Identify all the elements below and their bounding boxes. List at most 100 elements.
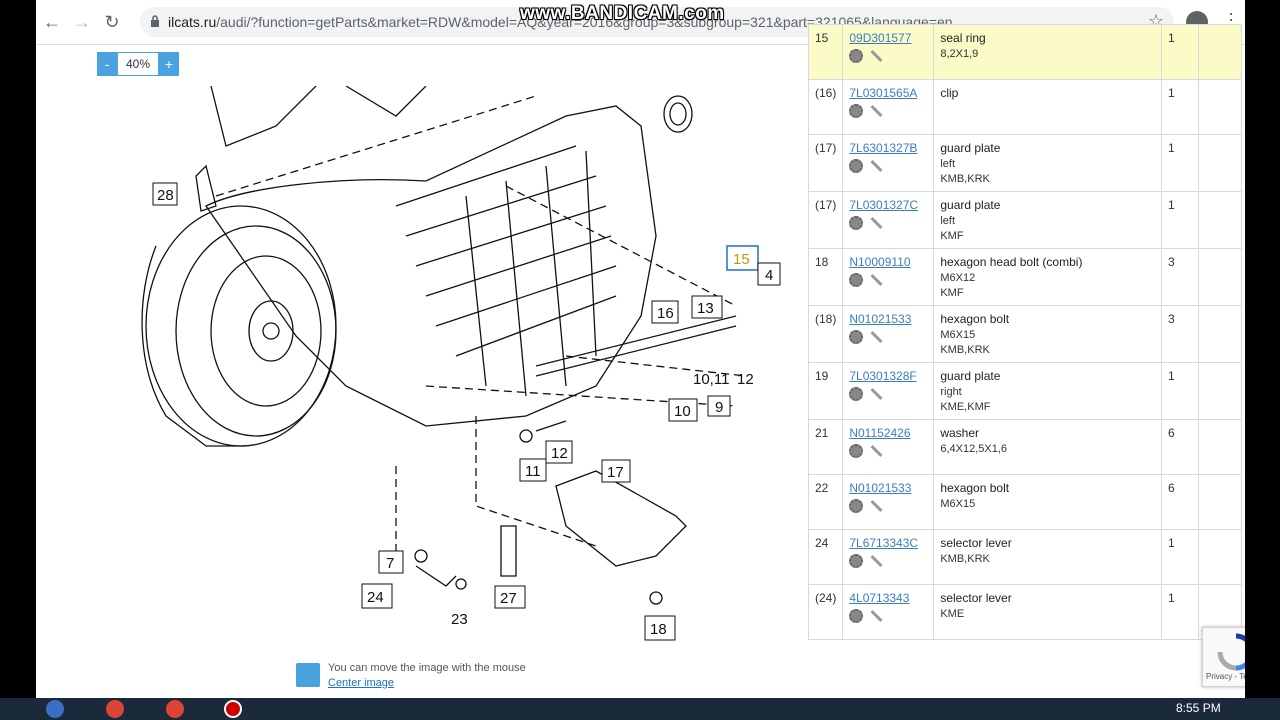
part-detail: left xyxy=(940,158,956,170)
part-extra xyxy=(1198,474,1242,530)
parts-row[interactable]: 22 N01021533 hexagon bolt M6X15 6 xyxy=(807,474,1242,530)
gear-icon[interactable] xyxy=(849,554,864,568)
part-extra xyxy=(1198,24,1242,80)
callout-7: 7 xyxy=(386,555,394,572)
parts-row[interactable]: 19 7L0301328F guard plate right KME,KMF 1 xyxy=(807,362,1242,420)
part-position: (17) xyxy=(807,134,844,192)
gear-icon[interactable] xyxy=(849,609,864,623)
wrench-icon[interactable] xyxy=(869,609,883,623)
parts-row[interactable]: 24 7L6713343C selector lever KMB,KRK 1 xyxy=(807,529,1242,585)
wrench-icon[interactable] xyxy=(869,554,883,568)
part-name: guard plate xyxy=(940,141,1001,155)
wrench-icon[interactable] xyxy=(869,49,883,63)
part-detail: KMB,KRK xyxy=(940,173,990,185)
parts-row[interactable]: (17) 7L0301327C guard plate left KMF 1 xyxy=(807,191,1242,249)
center-image-link[interactable]: Center image xyxy=(328,677,394,689)
part-number-link[interactable]: 7L0301328F xyxy=(849,369,916,383)
part-detail: M6X12 xyxy=(940,272,976,284)
part-name: guard plate xyxy=(940,198,1001,212)
zoom-out-button[interactable]: - xyxy=(97,52,117,76)
part-qty: 3 xyxy=(1161,248,1199,306)
wrench-icon[interactable] xyxy=(869,216,883,230)
part-name: washer xyxy=(940,426,980,440)
part-position: (17) xyxy=(807,191,844,249)
part-position: (24) xyxy=(807,584,844,640)
gear-icon[interactable] xyxy=(849,49,864,63)
wrench-icon[interactable] xyxy=(869,387,883,401)
wrench-icon[interactable] xyxy=(869,444,883,458)
start-icon[interactable] xyxy=(46,700,64,718)
callout-12: 12 xyxy=(551,445,568,462)
recaptcha-badge[interactable]: Privacy - Terms xyxy=(1202,627,1245,687)
parts-row[interactable]: 21 N01152426 washer 6,4X12,5X1,6 6 xyxy=(807,419,1242,475)
part-number-link[interactable]: 09D301577 xyxy=(849,31,911,45)
parts-row[interactable]: (24) 4L0713343 selector lever KME 1 xyxy=(807,584,1242,640)
parts-row[interactable]: 15 09D301577 seal ring 8,2X1,9 1 xyxy=(807,24,1242,80)
back-icon[interactable]: ← xyxy=(42,12,62,32)
part-detail: KME,KMF xyxy=(940,401,991,413)
callout-17: 17 xyxy=(607,464,624,481)
wrench-icon[interactable] xyxy=(869,159,883,173)
part-number-link[interactable]: 7L0301327C xyxy=(849,198,918,212)
gear-icon[interactable] xyxy=(849,159,864,173)
gear-icon[interactable] xyxy=(849,499,864,513)
callout-15: 15 xyxy=(733,251,750,268)
part-number-link[interactable]: 4L0713343 xyxy=(849,591,909,605)
zoom-in-button[interactable]: + xyxy=(159,52,179,76)
move-arrows-icon[interactable] xyxy=(296,663,320,687)
part-number-link[interactable]: N01021533 xyxy=(849,481,911,495)
part-number-link[interactable]: 7L0301565A xyxy=(849,86,917,100)
callout-23: 23 xyxy=(451,611,468,628)
part-number-link[interactable]: N01152426 xyxy=(849,426,910,440)
gear-icon[interactable] xyxy=(849,216,864,230)
chrome-icon[interactable] xyxy=(106,700,124,718)
part-qty: 3 xyxy=(1161,305,1199,363)
part-position: 19 xyxy=(807,362,844,420)
part-number-link[interactable]: 7L6301327B xyxy=(849,141,917,155)
part-extra xyxy=(1198,79,1242,135)
part-qty: 1 xyxy=(1161,24,1199,80)
gear-icon[interactable] xyxy=(849,387,864,401)
part-name: clip xyxy=(940,86,959,100)
callout-28: 28 xyxy=(157,187,174,204)
part-qty: 1 xyxy=(1161,79,1199,135)
reload-icon[interactable]: ↻ xyxy=(102,12,122,32)
part-extra xyxy=(1198,529,1242,585)
wrench-icon[interactable] xyxy=(869,104,883,118)
parts-row[interactable]: (16) 7L0301565A clip 1 xyxy=(807,79,1242,135)
part-detail: KMB,KRK xyxy=(940,344,990,356)
part-number-link[interactable]: N10009110 xyxy=(849,255,910,269)
part-detail: KMF xyxy=(940,287,964,299)
gear-icon[interactable] xyxy=(849,330,864,344)
wrench-icon[interactable] xyxy=(869,499,883,513)
recording-watermark: www.BANDICAM.com xyxy=(520,3,725,24)
part-qty: 6 xyxy=(1161,474,1199,530)
part-detail: 6,4X12,5X1,6 xyxy=(940,443,1008,455)
chrome-icon-2[interactable] xyxy=(166,700,184,718)
part-name: selector lever xyxy=(940,591,1012,605)
parts-row[interactable]: (17) 7L6301327B guard plate left KMB,KRK 1 xyxy=(807,134,1242,192)
part-position: 24 xyxy=(807,529,844,585)
parts-diagram[interactable]: 28 15 4 13 16 10,11 12 9 10 11 12 17 7 2… xyxy=(96,86,796,646)
gear-icon[interactable] xyxy=(849,273,864,287)
wrench-icon[interactable] xyxy=(869,330,883,344)
part-name: hexagon head bolt (combi) xyxy=(940,255,1083,269)
gear-icon[interactable] xyxy=(849,104,864,118)
gear-icon[interactable] xyxy=(849,444,864,458)
part-position: 22 xyxy=(807,474,844,530)
callout-16: 16 xyxy=(657,305,674,322)
part-number-link[interactable]: 7L6713343C xyxy=(849,536,918,550)
part-qty: 1 xyxy=(1161,584,1199,640)
parts-row[interactable]: 18 N10009110 hexagon head bolt (combi) M6X1… xyxy=(807,248,1242,306)
taskbar: 8:55 PM xyxy=(0,698,1280,720)
forward-icon[interactable]: → xyxy=(72,12,92,32)
part-position: 21 xyxy=(807,419,844,475)
part-name: hexagon bolt xyxy=(940,312,1010,326)
part-number-link[interactable]: N01021533 xyxy=(849,312,911,326)
part-qty: 1 xyxy=(1161,191,1199,249)
record-icon[interactable] xyxy=(224,700,242,718)
recaptcha-links[interactable]: Privacy - Terms xyxy=(1206,672,1245,681)
parts-row[interactable]: (18) N01021533 hexagon bolt M6X15 KMB,KRK 3 xyxy=(807,305,1242,363)
wrench-icon[interactable] xyxy=(869,273,883,287)
part-detail: KMB,KRK xyxy=(940,553,990,565)
